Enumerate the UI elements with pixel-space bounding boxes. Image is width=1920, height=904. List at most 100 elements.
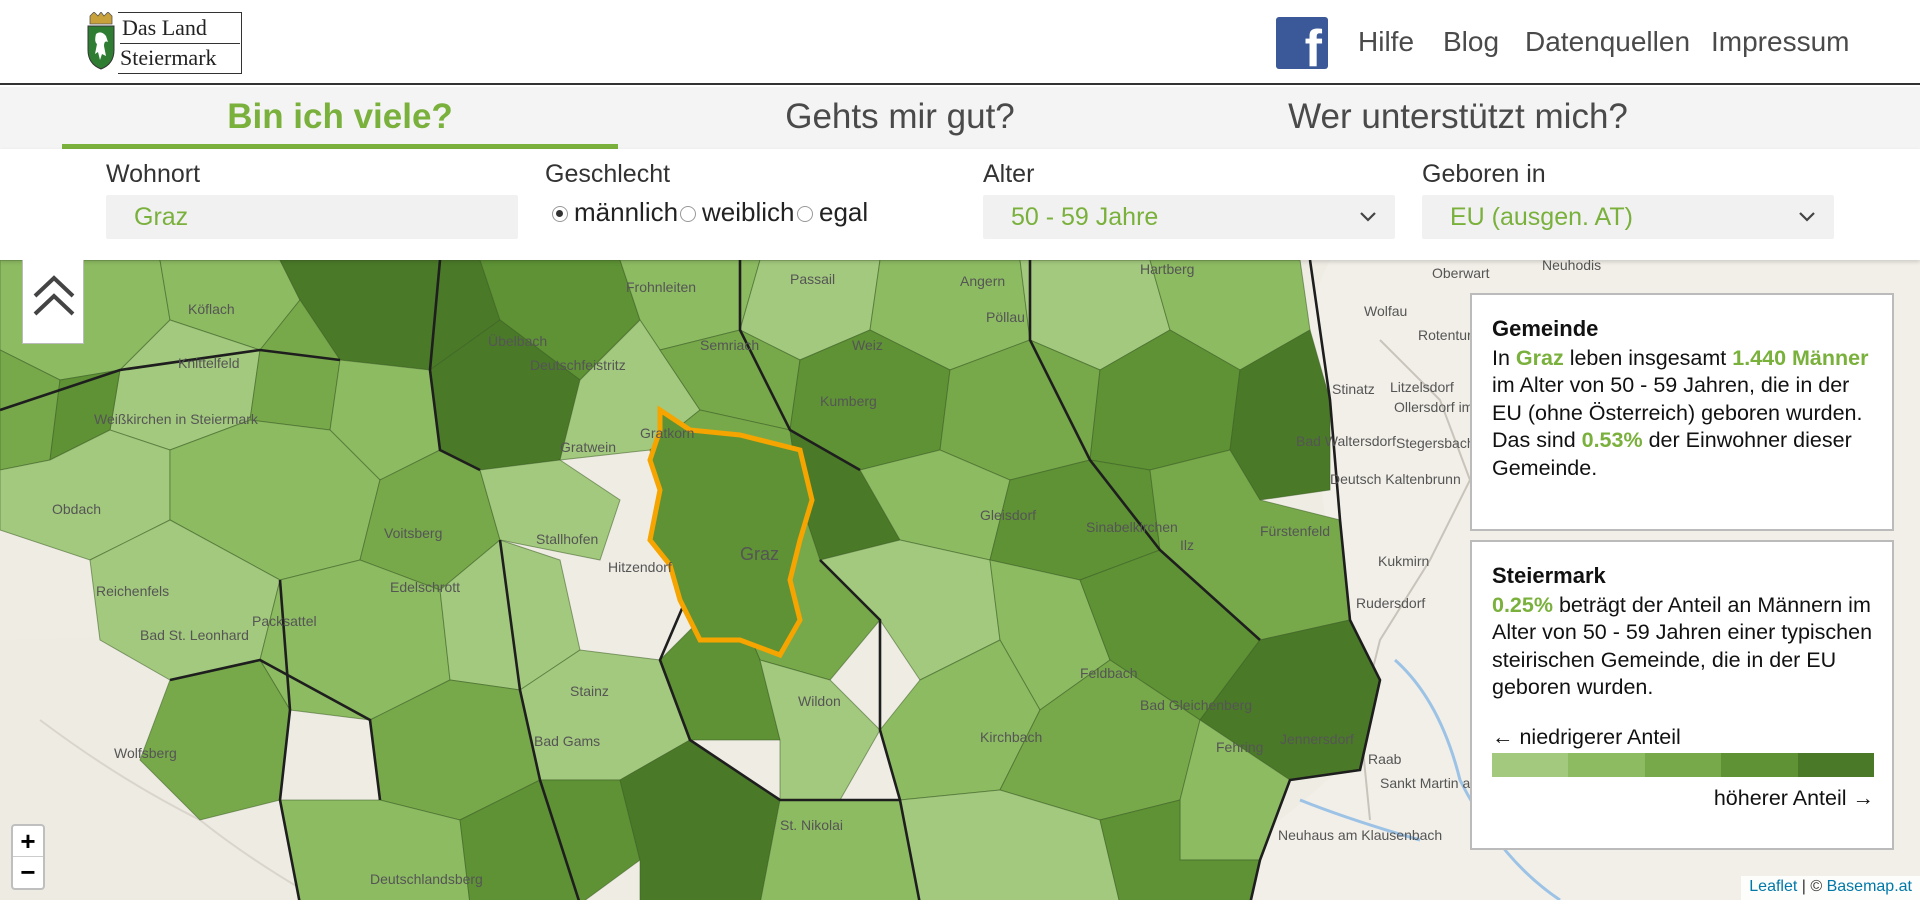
map-label: Weiz xyxy=(852,337,883,353)
tab-bin-ich-viele[interactable]: Bin ich viele? xyxy=(62,87,618,149)
map-label: Deutschfeistritz xyxy=(530,357,626,373)
map-attribution: Leaflet | © Basemap.at xyxy=(1741,876,1920,900)
steiermark-share: 0.25% xyxy=(1492,592,1553,617)
map-label: Bad Waltersdorf xyxy=(1296,433,1396,449)
nav-link-impressum[interactable]: Impressum xyxy=(1711,26,1849,58)
gemeinde-count: 1.440 Männer xyxy=(1732,345,1869,370)
map-label: Raab xyxy=(1368,751,1402,767)
legend-swatch-1 xyxy=(1492,753,1569,777)
gemeinde-info-panel: Gemeinde In Graz leben insgesamt 1.440 M… xyxy=(1470,293,1894,531)
wohnort-value: Graz xyxy=(134,203,189,231)
map-label: Voitsberg xyxy=(384,525,442,541)
choropleth-map[interactable]: Graz Oberwart Neuhodis Hartberg Pöllau P… xyxy=(0,260,1920,900)
map-label: Kirchbach xyxy=(980,729,1042,745)
geboren-value: EU (ausgen. AT) xyxy=(1450,203,1633,231)
filter-bar: Wohnort Graz Geschlecht männlich weiblic… xyxy=(0,149,1920,260)
map-label: Jennersdorf xyxy=(1280,731,1354,747)
map-label: Fürstenfeld xyxy=(1260,523,1330,539)
gemeinde-title: Gemeinde xyxy=(1492,316,1599,341)
collapse-filters-button[interactable] xyxy=(22,260,84,344)
map-label: Deutsch Kaltenbrunn xyxy=(1330,471,1461,487)
gemeinde-text: In Graz leben insgesamt 1.440 Männer im … xyxy=(1492,345,1869,425)
map-label: Reichenfels xyxy=(96,583,169,599)
facebook-icon[interactable]: f xyxy=(1276,17,1328,75)
logo-line-2: Steiermark xyxy=(120,43,240,71)
map-label: Stinatz xyxy=(1332,381,1375,397)
radio-empty-icon xyxy=(680,206,696,222)
gemeinde-share-text: Das sind 0.53% der Einwohner dieser Geme… xyxy=(1492,428,1852,480)
steiermark-text: 0.25% beträgt der Anteil an Männern im A… xyxy=(1492,592,1873,700)
alter-label: Alter xyxy=(983,160,1035,188)
map-label: Ilz xyxy=(1180,537,1194,553)
map-label: Übelbach xyxy=(488,332,547,349)
map-label: Bad St. Leonhard xyxy=(140,627,249,643)
map-label: Gleisdorf xyxy=(980,507,1036,523)
wohnort-input[interactable]: Graz xyxy=(106,195,518,239)
map-label: Fehring xyxy=(1216,739,1263,755)
map-label: Hartberg xyxy=(1140,261,1194,277)
zoom-out-button[interactable]: − xyxy=(13,857,43,888)
radio-egal[interactable]: egal xyxy=(797,197,868,228)
map-label: Weißkirchen in Steiermark xyxy=(94,411,259,427)
nav-link-hilfe[interactable]: Hilfe xyxy=(1358,26,1414,58)
map-label: Deutschlandsberg xyxy=(370,871,483,887)
legend-swatch-4 xyxy=(1721,753,1798,777)
map-label: Gratkorn xyxy=(640,425,694,441)
wohnort-label: Wohnort xyxy=(106,160,201,188)
zoom-in-button[interactable]: + xyxy=(13,826,43,857)
map-label: Gratwein xyxy=(560,439,616,455)
chevron-down-icon xyxy=(1360,212,1376,222)
legend-low-label: ← niedrigerer Anteil xyxy=(1492,724,1681,749)
map-label: Pöllau xyxy=(986,309,1025,325)
nav-link-blog[interactable]: Blog xyxy=(1443,26,1499,58)
map-label: Passail xyxy=(790,271,835,287)
map-label: Stainz xyxy=(570,683,609,699)
map-label: Kukmirn xyxy=(1378,553,1429,569)
map-label: St. Nikolai xyxy=(780,817,843,833)
basemap-link[interactable]: Basemap.at xyxy=(1827,878,1912,895)
map-label: Hitzendorf xyxy=(608,559,672,575)
map-label: Knittelfeld xyxy=(178,355,239,371)
zoom-control: + − xyxy=(11,824,45,890)
radio-weiblich[interactable]: weiblich xyxy=(680,197,795,228)
map-label: Kumberg xyxy=(820,393,877,409)
logo-wordmark: Das Land Steiermark xyxy=(118,12,242,74)
land-steiermark-logo[interactable]: Das Land Steiermark xyxy=(84,12,242,74)
chevron-down-icon xyxy=(1799,212,1815,222)
map-label: Bad Gams xyxy=(534,733,600,749)
tab-gehts-mir-gut[interactable]: Gehts mir gut? xyxy=(622,87,1178,149)
map-label: Angern xyxy=(960,273,1005,289)
map-label: Wildon xyxy=(798,693,841,709)
map-label: Litzelsdorf xyxy=(1390,379,1454,395)
geschlecht-label: Geschlecht xyxy=(545,160,671,188)
leaflet-link[interactable]: Leaflet xyxy=(1749,878,1797,895)
map-label: Köflach xyxy=(188,301,235,317)
tab-wer-unterstuetzt-mich[interactable]: Wer unterstützt mich? xyxy=(1180,87,1736,149)
top-header: Das Land Steiermark f Hilfe Blog Datenqu… xyxy=(0,0,1920,85)
map-label: Stegersbach xyxy=(1396,435,1475,451)
legend-swatch-3 xyxy=(1644,753,1722,777)
map-label: Semriach xyxy=(700,337,759,353)
map-label: Rudersdorf xyxy=(1356,595,1425,611)
steiermark-info-panel: Steiermark 0.25% beträgt der Anteil an M… xyxy=(1470,540,1894,850)
legend-color-scale xyxy=(1492,753,1875,777)
steiermark-crest-icon xyxy=(87,12,115,70)
map-label: Obdach xyxy=(52,501,101,517)
map-label: Oberwart xyxy=(1432,265,1490,281)
radio-selected-icon xyxy=(552,206,568,222)
legend-swatch-2 xyxy=(1568,753,1645,777)
map-label-graz: Graz xyxy=(740,544,779,564)
map-label: Feldbach xyxy=(1080,665,1138,681)
geboren-label: Geboren in xyxy=(1422,160,1546,188)
map-label: Neuhaus am Klausenbach xyxy=(1278,827,1442,843)
radio-empty-icon xyxy=(797,206,813,222)
map-label: Frohnleiten xyxy=(626,279,696,295)
alter-select[interactable]: 50 - 59 Jahre xyxy=(983,195,1395,239)
map-label: Edelschrott xyxy=(390,579,460,595)
geboren-select[interactable]: EU (ausgen. AT) xyxy=(1422,195,1834,239)
nav-link-datenquellen[interactable]: Datenquellen xyxy=(1525,26,1690,58)
radio-maennlich[interactable]: männlich xyxy=(552,197,678,228)
map-label: Sinabelkirchen xyxy=(1086,519,1178,535)
steiermark-title: Steiermark xyxy=(1492,563,1606,588)
logo-line-1: Das Land xyxy=(122,15,207,40)
